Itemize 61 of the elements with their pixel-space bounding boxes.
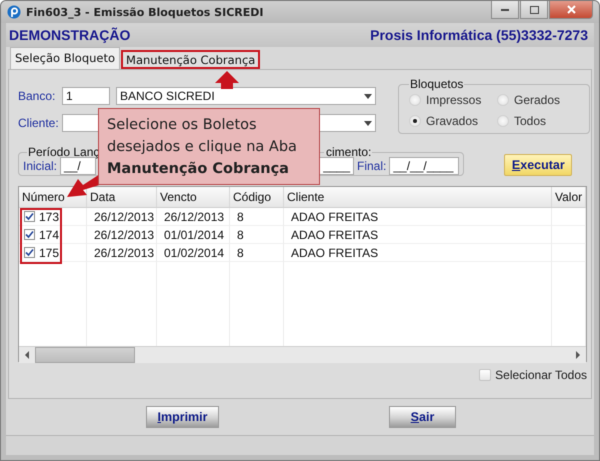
table-cell: 174: [39, 228, 60, 242]
radio-label: Gravados: [426, 114, 478, 128]
table-cell: 26/12/2013: [94, 228, 154, 242]
group-title: Período Lanç: [27, 145, 100, 159]
date-field[interactable]: __/__/____: [389, 156, 460, 174]
table-cell: 01/01/2014: [164, 228, 224, 242]
dropdown-icon[interactable]: [364, 120, 372, 126]
radio-button[interactable]: [409, 94, 421, 106]
checkbox[interactable]: [24, 247, 35, 258]
radio-button[interactable]: [409, 114, 421, 126]
table-cell: ADAO FREITAS: [291, 246, 378, 260]
dropdown-icon[interactable]: [364, 94, 372, 98]
column-header[interactable]: Vencto: [157, 187, 230, 207]
table-cell: 175: [39, 246, 60, 260]
checkbox[interactable]: [479, 369, 492, 381]
radio-button[interactable]: [497, 114, 509, 126]
column-header[interactable]: Valor: [552, 187, 586, 207]
checkbox[interactable]: [24, 229, 35, 240]
maximize-icon[interactable]: [520, 1, 548, 19]
execute-button[interactable]: Executar: [504, 154, 572, 176]
table-cell: 8: [237, 246, 244, 260]
dropdown-field[interactable]: BANCO SICREDI: [116, 87, 376, 105]
app-logo-icon: [7, 5, 21, 19]
table-cell: 26/12/2013: [94, 246, 154, 260]
action-button[interactable]: Sair: [389, 406, 456, 428]
window-title: Fin603_3 - Emissão Bloquetos SICREDI: [26, 6, 264, 18]
group-title: Bloquetos: [409, 77, 464, 91]
radio-label: Gerados: [514, 92, 560, 106]
radio-button[interactable]: [497, 94, 509, 106]
group-title: cimento:: [325, 145, 372, 159]
contact-text: Prosis Informática (55)3332-7273: [370, 27, 588, 43]
field-label: Inicial:: [23, 158, 58, 172]
up-arrow-icon: [215, 71, 239, 89]
table-cell: 8: [237, 228, 244, 242]
instruction-tooltip: Selecione os Boletos desejados e clique na Aba Manutenção Cobrança: [98, 108, 320, 185]
table-cell: 01/02/2014: [164, 246, 224, 260]
tab[interactable]: Manutenção Cobrança: [121, 50, 260, 69]
radio-label: Todos: [514, 114, 546, 128]
action-button[interactable]: Imprimir: [146, 406, 219, 428]
field-label: Cliente:: [18, 116, 58, 130]
field-label: Final:: [357, 158, 386, 172]
table-cell: ADAO FREITAS: [291, 210, 378, 224]
close-icon[interactable]: [549, 1, 593, 19]
table-cell: 8: [237, 210, 244, 224]
column-header[interactable]: Código: [230, 187, 284, 207]
radio-label: Impressos: [426, 92, 482, 106]
date-field[interactable]: __/: [60, 156, 96, 174]
table-cell: 26/12/2013: [164, 210, 224, 224]
checkbox-label: Selecionar Todos: [495, 368, 587, 382]
table-cell: 173: [39, 210, 60, 224]
table-cell: 26/12/2013: [94, 210, 154, 224]
company-name: DEMONSTRAÇÃO: [9, 27, 130, 43]
table-cell: ADAO FREITAS: [291, 228, 378, 242]
date-field[interactable]: ____: [318, 156, 354, 174]
minimize-icon[interactable]: [491, 1, 519, 19]
checkbox[interactable]: [24, 211, 35, 222]
scrollbar-thumb[interactable]: [35, 347, 135, 363]
tab[interactable]: Seleção Bloqueto: [10, 47, 120, 69]
column-header[interactable]: Cliente: [284, 187, 552, 207]
field-label: Banco:: [18, 89, 56, 103]
input-field[interactable]: 1: [62, 87, 110, 105]
